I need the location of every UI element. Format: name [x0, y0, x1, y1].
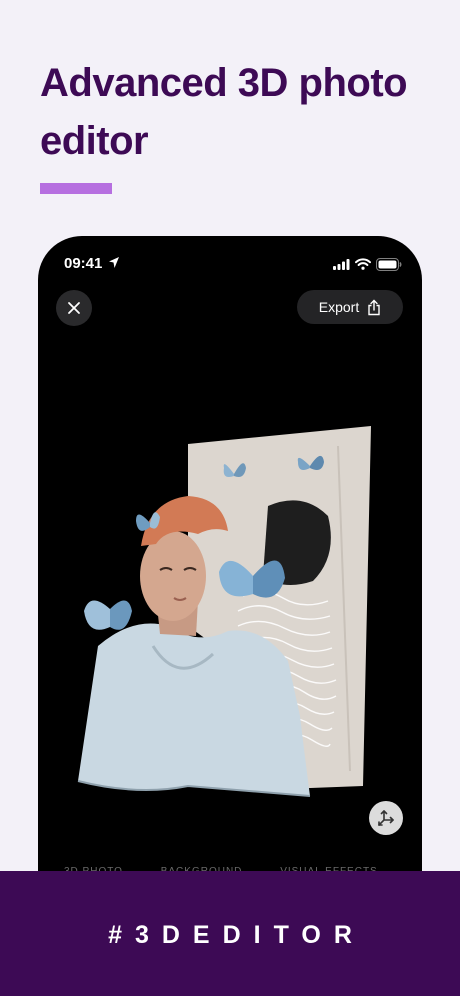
share-icon	[368, 299, 380, 315]
signal-icon	[333, 259, 350, 270]
hashtag-banner: #3DEDITOR	[0, 871, 460, 996]
headline: Advanced 3D photo editor	[40, 61, 408, 163]
accent-bar	[40, 183, 112, 194]
axes-button[interactable]	[369, 801, 403, 835]
3d-photo-canvas[interactable]	[38, 386, 422, 886]
location-arrow-icon	[109, 257, 119, 268]
hoodie	[78, 623, 310, 796]
export-button[interactable]: Export	[297, 290, 403, 324]
butterfly-icon	[84, 600, 132, 630]
battery-icon	[376, 258, 402, 271]
export-label: Export	[318, 299, 360, 315]
wifi-icon	[355, 258, 371, 270]
banner-text: #3DEDITOR	[108, 921, 365, 949]
phone-mockup: 09:41 Export	[38, 236, 422, 936]
status-time: 09:41	[64, 255, 103, 272]
axes-icon	[378, 810, 394, 826]
close-icon	[68, 302, 80, 314]
status-bar: 09:41	[38, 236, 422, 292]
close-button[interactable]	[56, 290, 92, 326]
